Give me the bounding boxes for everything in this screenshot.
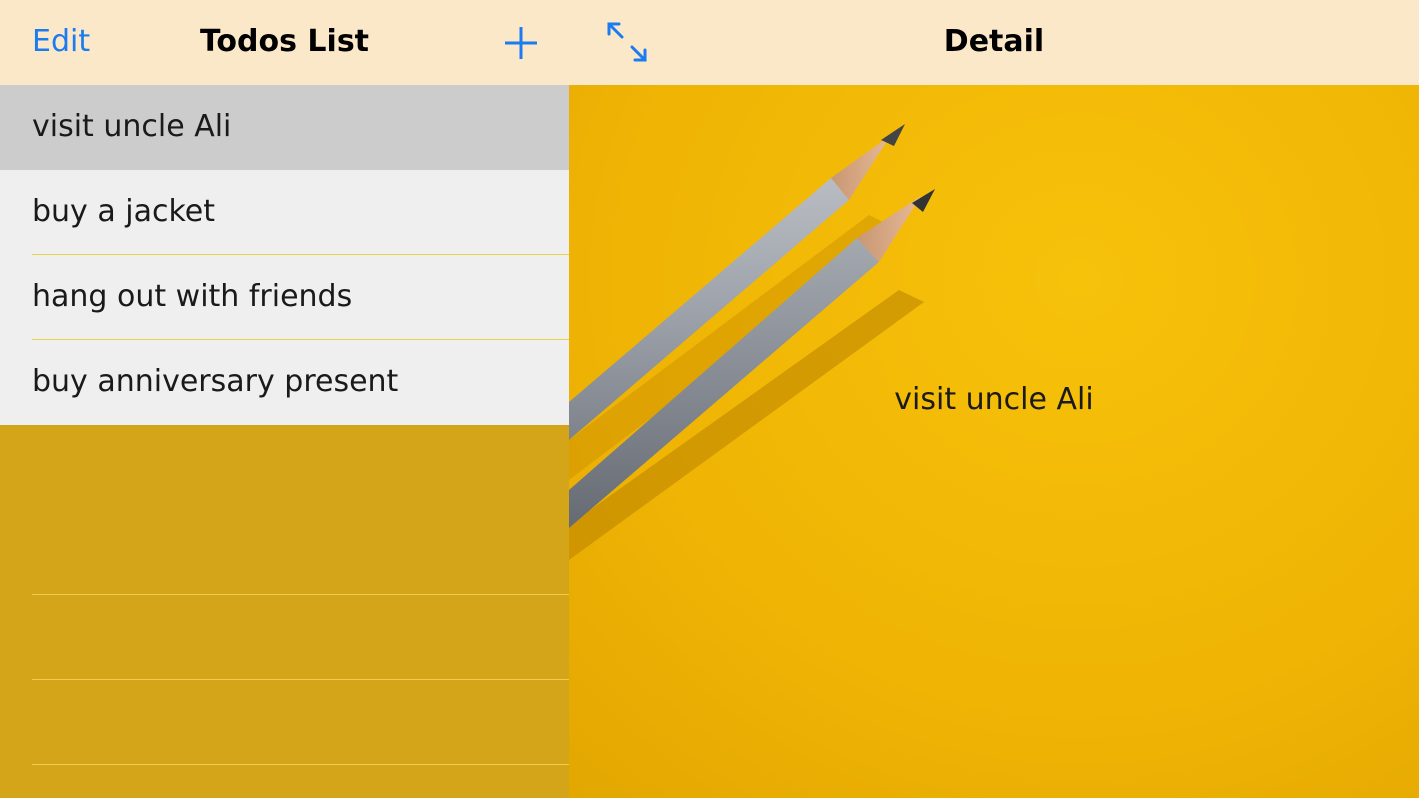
todo-row-hang-out-with-friends[interactable]: hang out with friends [0, 255, 569, 340]
detail-description: visit uncle Ali [894, 382, 1094, 417]
split-view: Edit Todos List visit uncle Ali buy a ja… [0, 0, 1419, 798]
todo-row-buy-a-jacket[interactable]: buy a jacket [0, 170, 569, 255]
todo-label: visit uncle Ali [32, 109, 232, 144]
todo-label: hang out with friends [32, 279, 353, 314]
master-panel: Edit Todos List visit uncle Ali buy a ja… [0, 0, 569, 798]
empty-row-separator [32, 679, 569, 680]
plus-icon[interactable] [503, 25, 539, 61]
detail-title: Detail [943, 24, 1045, 59]
todo-row-buy-anniversary-present[interactable]: buy anniversary present [0, 340, 569, 425]
todo-label: buy a jacket [32, 194, 216, 229]
master-navigation-bar: Edit Todos List [0, 0, 569, 85]
detail-navigation-bar: Detail [569, 0, 1419, 85]
detail-panel: Detail visit uncle Ali [569, 0, 1419, 798]
empty-row-separator [32, 764, 569, 765]
empty-row-separator [32, 594, 569, 595]
todo-list: visit uncle Ali buy a jacket hang out wi… [0, 85, 569, 425]
todo-row-visit-uncle-ali[interactable]: visit uncle Ali [0, 85, 569, 170]
master-title: Todos List [199, 24, 370, 59]
todo-label: buy anniversary present [32, 364, 399, 399]
